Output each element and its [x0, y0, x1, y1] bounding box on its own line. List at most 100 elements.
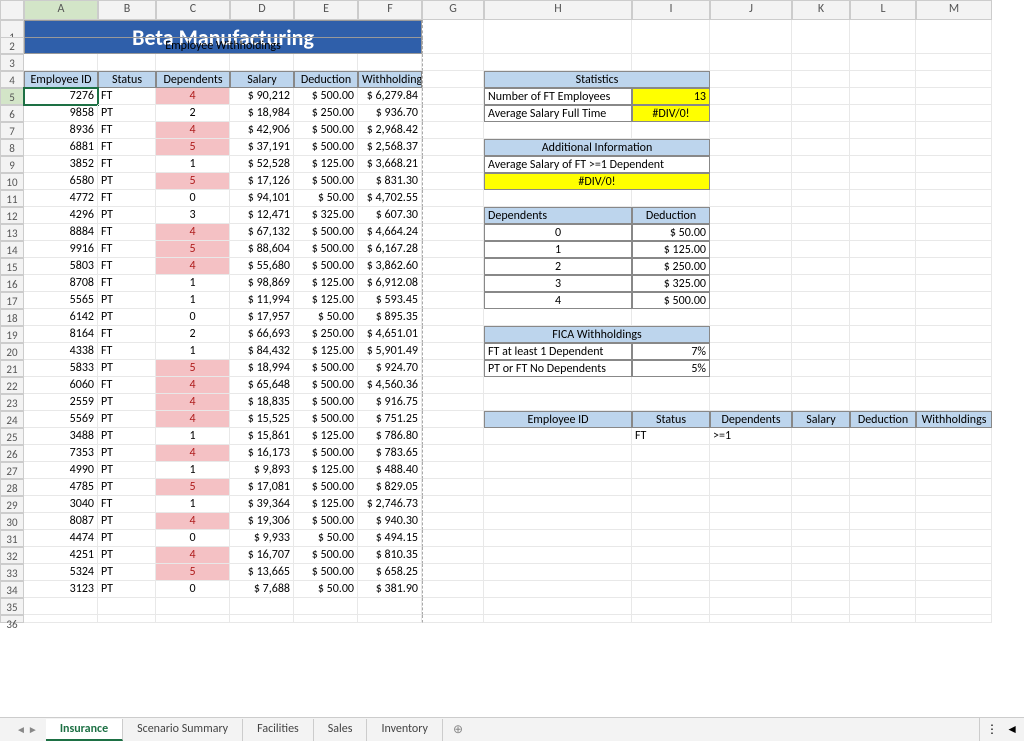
row-header[interactable]: 17: [0, 292, 24, 309]
cell-employee-id[interactable]: 7353: [24, 445, 98, 462]
row-header[interactable]: 4: [0, 71, 24, 88]
row-header[interactable]: 27: [0, 462, 24, 479]
cell-employee-id[interactable]: 3123: [24, 581, 98, 598]
col-header-M[interactable]: M: [916, 0, 992, 20]
row-header[interactable]: 31: [0, 530, 24, 547]
table-header[interactable]: Salary: [230, 71, 294, 88]
cell-employee-id[interactable]: 8164: [24, 326, 98, 343]
fica-row-value[interactable]: 7%: [632, 343, 710, 360]
row-header[interactable]: 33: [0, 564, 24, 581]
dep-row-ded[interactable]: $ 125.00: [632, 241, 710, 258]
row-header[interactable]: 5: [0, 88, 24, 105]
addl-value[interactable]: #DIV/0!: [484, 173, 710, 190]
col-header-J[interactable]: J: [710, 0, 792, 20]
row-header[interactable]: 23: [0, 394, 24, 411]
dep-row-ded[interactable]: $ 50.00: [632, 224, 710, 241]
tab-prev-icon[interactable]: ◄: [16, 723, 26, 736]
row-header[interactable]: 34: [0, 581, 24, 598]
select-all-corner[interactable]: [0, 0, 24, 20]
col-header-L[interactable]: L: [850, 0, 916, 20]
crit-header[interactable]: Deduction: [850, 411, 916, 428]
cell-employee-id[interactable]: 5324: [24, 564, 98, 581]
row-header[interactable]: 9: [0, 156, 24, 173]
row-header[interactable]: 10: [0, 173, 24, 190]
row-header[interactable]: 32: [0, 547, 24, 564]
col-header-G[interactable]: G: [422, 0, 484, 20]
dep-row-dep[interactable]: 2: [484, 258, 632, 275]
row-header[interactable]: 16: [0, 275, 24, 292]
cell-employee-id[interactable]: 9858: [24, 105, 98, 122]
crit-header[interactable]: Withholdings: [916, 411, 992, 428]
cell-employee-id[interactable]: 6060: [24, 377, 98, 394]
row-header[interactable]: 19: [0, 326, 24, 343]
cell-employee-id[interactable]: 4251: [24, 547, 98, 564]
cell-employee-id[interactable]: 3040: [24, 496, 98, 513]
dep-row-ded[interactable]: $ 250.00: [632, 258, 710, 275]
table-header[interactable]: Withholding: [358, 71, 422, 88]
col-header-B[interactable]: B: [98, 0, 156, 20]
cell-employee-id[interactable]: 8936: [24, 122, 98, 139]
cell-employee-id[interactable]: 5803: [24, 258, 98, 275]
fica-row-value[interactable]: 5%: [632, 360, 710, 377]
sheet-tab[interactable]: Insurance: [46, 719, 123, 741]
sheet-tab[interactable]: Sales: [314, 719, 368, 741]
row-header[interactable]: 18: [0, 309, 24, 326]
scroll-buttons[interactable]: ⋮ ◄: [979, 718, 1024, 741]
cell-employee-id[interactable]: 2559: [24, 394, 98, 411]
cell-employee-id[interactable]: 3488: [24, 428, 98, 445]
col-header-C[interactable]: C: [156, 0, 230, 20]
row-header[interactable]: 14: [0, 241, 24, 258]
cell-employee-id[interactable]: 6580: [24, 173, 98, 190]
cell-employee-id[interactable]: 5569: [24, 411, 98, 428]
dep-row-dep[interactable]: 1: [484, 241, 632, 258]
col-header-D[interactable]: D: [230, 0, 294, 20]
row-header[interactable]: 26: [0, 445, 24, 462]
row-header[interactable]: 21: [0, 360, 24, 377]
cell-employee-id[interactable]: 8884: [24, 224, 98, 241]
row-header[interactable]: 11: [0, 190, 24, 207]
table-header[interactable]: Employee ID: [24, 71, 98, 88]
row-header[interactable]: 35: [0, 598, 24, 615]
add-sheet-button[interactable]: ⊕: [443, 719, 473, 740]
cell-employee-id[interactable]: 4785: [24, 479, 98, 496]
crit-header[interactable]: Salary: [792, 411, 850, 428]
crit-header[interactable]: Employee ID: [484, 411, 632, 428]
cell-employee-id[interactable]: 3852: [24, 156, 98, 173]
cell-employee-id[interactable]: 6881: [24, 139, 98, 156]
row-header[interactable]: 28: [0, 479, 24, 496]
dep-row-dep[interactable]: 3: [484, 275, 632, 292]
stat-value-avg-ft[interactable]: #DIV/0!: [632, 105, 710, 122]
cell-employee-id[interactable]: 4990: [24, 462, 98, 479]
cell-employee-id[interactable]: 8087: [24, 513, 98, 530]
cell-employee-id[interactable]: 5833: [24, 360, 98, 377]
col-header-A[interactable]: A: [24, 0, 98, 20]
sheet-tab[interactable]: Scenario Summary: [123, 719, 243, 741]
row-header[interactable]: 36: [0, 615, 24, 623]
table-header[interactable]: Deduction: [294, 71, 358, 88]
row-header[interactable]: 30: [0, 513, 24, 530]
row-header[interactable]: 13: [0, 224, 24, 241]
row-header[interactable]: 3: [0, 54, 24, 71]
cell-employee-id[interactable]: 4772: [24, 190, 98, 207]
cell-employee-id[interactable]: 5565: [24, 292, 98, 309]
crit-dep[interactable]: >=1: [710, 428, 792, 445]
row-header[interactable]: 12: [0, 207, 24, 224]
row-header[interactable]: 8: [0, 139, 24, 156]
col-header-F[interactable]: F: [358, 0, 422, 20]
tab-next-icon[interactable]: ►: [28, 723, 38, 736]
row-header[interactable]: 7: [0, 122, 24, 139]
crit-header[interactable]: Dependents: [710, 411, 792, 428]
cell-employee-id[interactable]: 4474: [24, 530, 98, 547]
cell-employee-id[interactable]: 4296: [24, 207, 98, 224]
crit-status[interactable]: FT: [632, 428, 710, 445]
dep-row-dep[interactable]: 0: [484, 224, 632, 241]
cell-employee-id[interactable]: 9916: [24, 241, 98, 258]
table-header[interactable]: Status: [98, 71, 156, 88]
cell-employee-id[interactable]: 7276: [24, 88, 98, 105]
row-header[interactable]: 22: [0, 377, 24, 394]
row-header[interactable]: 20: [0, 343, 24, 360]
stat-value-ft-count[interactable]: 13: [632, 88, 710, 105]
row-header[interactable]: 24: [0, 411, 24, 428]
col-header-I[interactable]: I: [632, 0, 710, 20]
row-header[interactable]: 25: [0, 428, 24, 445]
